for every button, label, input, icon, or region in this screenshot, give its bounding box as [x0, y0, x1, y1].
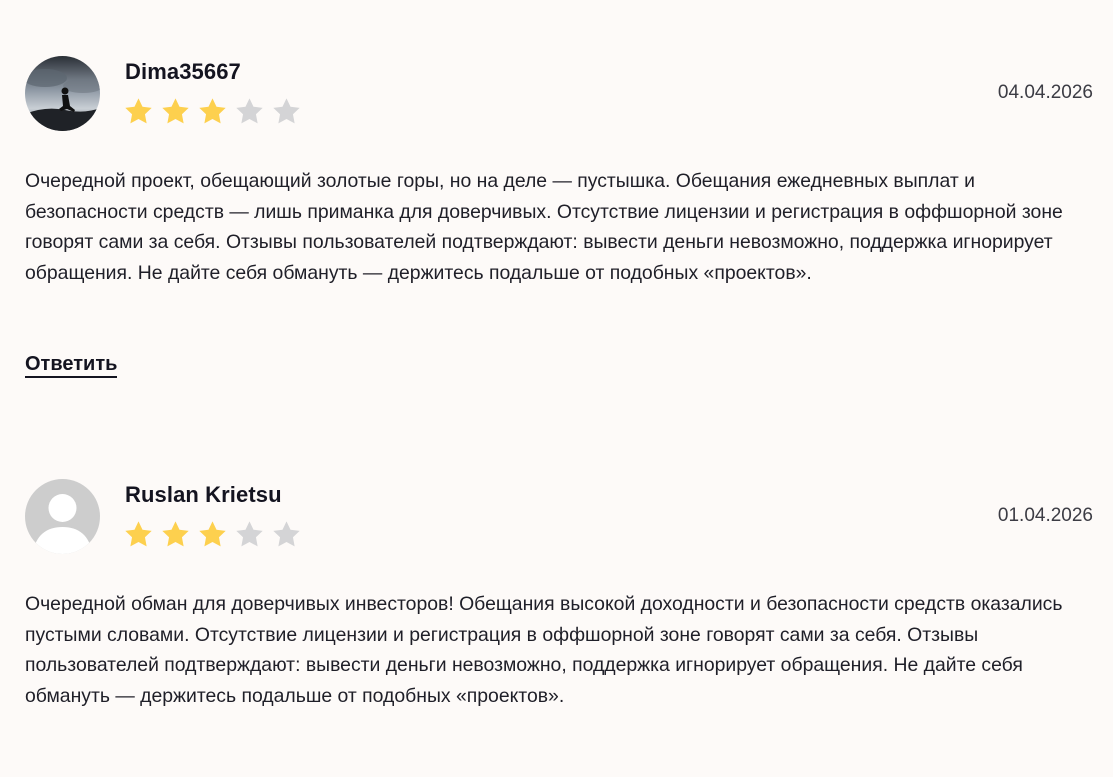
- star-filled-icon: [123, 96, 154, 127]
- star-empty-icon: [234, 96, 265, 127]
- default-user-icon: [25, 479, 100, 554]
- reply-link[interactable]: Ответить: [25, 353, 118, 378]
- star-filled-icon: [197, 519, 228, 550]
- review-date: 01.04.2026: [997, 505, 1093, 526]
- star-filled-icon: [160, 519, 191, 550]
- author-name: Ruslan Krietsu: [125, 482, 282, 507]
- star-filled-icon: [197, 96, 228, 127]
- star-empty-icon: [271, 519, 302, 550]
- review-text: Очередной проект, обещающий золотые горы…: [25, 170, 1063, 284]
- star-empty-icon: [271, 96, 302, 127]
- review-text: Очередной обман для доверчивых инвесторо…: [25, 593, 1063, 707]
- author-name: Dima35667: [125, 59, 241, 84]
- photo-silhouette-icon: [25, 56, 100, 131]
- star-filled-icon: [160, 96, 191, 127]
- star-filled-icon: [123, 519, 154, 550]
- star-rating: [123, 519, 308, 551]
- avatar: [25, 56, 100, 131]
- review-date: 04.04.2026: [997, 82, 1093, 103]
- star-rating: [123, 96, 308, 128]
- avatar: [25, 479, 100, 554]
- star-empty-icon: [234, 519, 265, 550]
